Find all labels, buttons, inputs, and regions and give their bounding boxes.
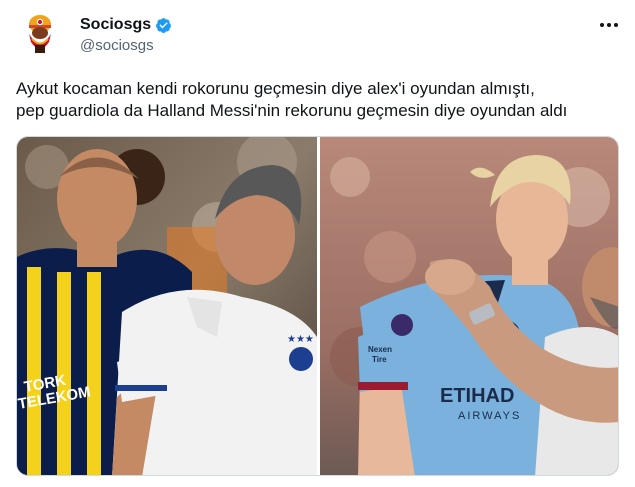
verified-badge-icon [155,17,172,34]
tweet-card: Sociosgs @sociosgs Aykut kocaman kendi r… [0,0,635,487]
display-name[interactable]: Sociosgs [80,16,151,34]
more-options-icon [600,23,618,27]
more-options-button[interactable] [596,14,622,36]
photo-right-image: Nexen Tire ETIHAD AIRWAYS [320,137,618,475]
photo-right[interactable]: Nexen Tire ETIHAD AIRWAYS [320,137,618,475]
photo-left[interactable]: TORK TELEKOM ★★★ [17,137,317,475]
avatar[interactable] [20,12,60,56]
svg-text:Nexen: Nexen [368,345,392,354]
galatasaray-fan-avatar-icon [29,15,51,53]
svg-text:Tire: Tire [372,355,387,364]
media-grid: TORK TELEKOM ★★★ Nexen Tire ETIHAD AIRWA… [16,136,619,476]
svg-text:AIRWAYS: AIRWAYS [458,410,521,422]
author-handle[interactable]: @sociosgs [80,37,172,54]
svg-text:★★★: ★★★ [287,334,314,345]
tweet-text: Aykut kocaman kendi rokorunu geçmesin di… [16,79,568,120]
svg-text:ETIHAD: ETIHAD [440,385,514,407]
photo-left-image: TORK TELEKOM ★★★ [17,137,317,475]
author-block: Sociosgs @sociosgs [80,14,172,54]
name-row: Sociosgs [80,14,172,36]
